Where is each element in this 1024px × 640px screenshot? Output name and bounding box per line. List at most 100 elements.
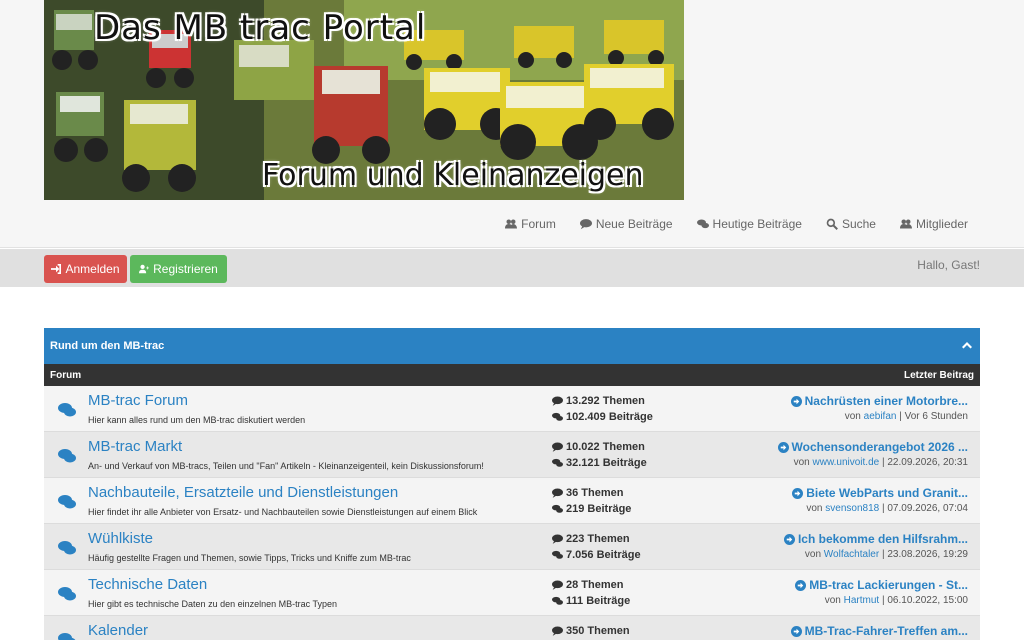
comment-icon [579, 219, 592, 230]
post-count: 102.409 Beiträge [566, 411, 653, 423]
comments-icon [552, 412, 563, 421]
forum-category: Rund um den MB-trac Forum Letzter Beitra… [44, 328, 980, 640]
login-button[interactable]: Anmelden [44, 255, 127, 283]
nav-todays-posts[interactable]: Heutige Beiträge [696, 217, 802, 231]
post-count: 32.121 Beiträge [566, 457, 647, 469]
comments-icon [58, 632, 76, 640]
greeting-text: Hallo, Gast! [917, 258, 980, 272]
last-post: MB-Trac-Fahrer-Treffen am... [790, 623, 968, 639]
last-post: Wochensonderangebot 2026 ... von www.uni… [777, 439, 968, 471]
comment-icon [552, 488, 563, 498]
arrow-circle-right-icon [777, 441, 789, 453]
column-headers: Forum Letzter Beitrag [44, 364, 980, 386]
last-post-link[interactable]: Ich bekomme den Hilfsrahm... [783, 531, 968, 547]
last-post-user-link[interactable]: www.univoit.de [813, 457, 880, 468]
forum-stats: 10.022 Themen 32.121 Beiträge [552, 439, 647, 471]
forum-description: Hier gibt es technische Daten zu den ein… [88, 599, 337, 609]
category-header: Rund um den MB-trac [44, 328, 980, 364]
main-nav: Forum Neue Beiträge Heutige Beiträge Suc… [505, 217, 968, 231]
last-post: MB-trac Lackierungen - St... von Hartmut… [795, 577, 968, 609]
nav-label: Forum [521, 217, 556, 231]
nav-search[interactable]: Suche [826, 217, 876, 231]
nav-members[interactable]: Mitglieder [899, 217, 968, 231]
comments-icon [696, 219, 709, 229]
arrow-circle-right-icon [795, 579, 807, 591]
topic-count: 10.022 Themen [566, 441, 645, 453]
last-post-user-link[interactable]: svenson818 [825, 503, 879, 514]
last-post-user-link[interactable]: Wolfachtaler [824, 549, 879, 560]
arrow-circle-right-icon [790, 625, 802, 637]
comments-icon [58, 448, 76, 464]
nav-new-posts[interactable]: Neue Beiträge [579, 217, 673, 231]
last-post-meta: von Hartmut | 06.10.2022, 15:00 [824, 595, 968, 606]
nav-forum[interactable]: Forum [505, 217, 556, 231]
forum-stats: 28 Themen 111 Beiträge [552, 577, 630, 609]
nav-label: Heutige Beiträge [712, 217, 802, 231]
comments-icon [58, 402, 76, 418]
forum-title-link[interactable]: Nachbauteile, Ersatzteile und Dienstleis… [88, 484, 398, 501]
users-icon [899, 219, 912, 229]
user-bar: Anmelden Registrieren Hallo, Gast! [0, 249, 1024, 287]
collapse-toggle[interactable] [960, 338, 974, 352]
last-post-link[interactable]: MB-Trac-Fahrer-Treffen am... [790, 623, 968, 639]
last-post: Nachrüsten einer Motorbre... von aebifan… [790, 393, 968, 425]
forum-row: Wühlkiste Häufig gestellte Fragen und Th… [44, 524, 980, 570]
topic-count: 36 Themen [566, 487, 624, 499]
banner-subtitle: Forum und Kleinanzeigen [262, 158, 644, 193]
last-post-link[interactable]: Wochensonderangebot 2026 ... [777, 439, 968, 455]
forum-description: Hier kann alles rund um den MB-trac disk… [88, 415, 306, 425]
column-last-post: Letzter Beitrag [903, 369, 974, 381]
topic-count: 350 Themen [566, 625, 630, 637]
last-post: Biete WebParts und Granit... von svenson… [792, 485, 968, 517]
user-plus-icon [139, 264, 150, 274]
comment-icon [552, 626, 563, 636]
forum-stats: 223 Themen 7.056 Beiträge [552, 531, 641, 563]
last-post-meta: von www.univoit.de | 22.09.2026, 20:31 [793, 457, 968, 468]
comment-icon [552, 442, 563, 452]
post-count: 111 Beiträge [566, 595, 631, 607]
last-post-link[interactable]: MB-trac Lackierungen - St... [795, 577, 968, 593]
forum-title-link[interactable]: Technische Daten [88, 576, 207, 593]
nav-label: Mitglieder [915, 217, 968, 231]
nav-label: Suche [841, 217, 876, 231]
forum-row: MB-trac Forum Hier kann alles rund um de… [44, 386, 980, 432]
topic-count: 13.292 Themen [566, 395, 645, 407]
category-title[interactable]: Rund um den MB-trac [50, 340, 164, 352]
forum-description: An- und Verkauf von MB-tracs, Teilen und… [88, 461, 484, 471]
last-post-link[interactable]: Biete WebParts und Granit... [792, 485, 968, 501]
search-icon [826, 218, 838, 230]
forum-row: Nachbauteile, Ersatzteile und Dienstleis… [44, 478, 980, 524]
nav-label: Neue Beiträge [595, 217, 673, 231]
last-post-user-link[interactable]: aebifan [864, 411, 897, 422]
site-banner[interactable]: Das MB trac Portal Forum und Kleinanzeig… [44, 0, 684, 200]
register-button[interactable]: Registrieren [130, 255, 227, 283]
forum-description: Hier findet ihr alle Anbieter von Ersatz… [88, 507, 478, 517]
sign-in-icon [51, 264, 62, 274]
comment-icon [552, 534, 563, 544]
last-post-meta: von svenson818 | 07.09.2026, 07:04 [806, 503, 968, 514]
post-count: 7.056 Beiträge [566, 549, 641, 561]
banner-title: Das MB trac Portal [94, 8, 427, 48]
comments-icon [552, 596, 563, 605]
forum-title-link[interactable]: MB-trac Markt [88, 438, 182, 455]
users-icon [505, 219, 518, 229]
topic-count: 223 Themen [566, 533, 630, 545]
forum-title-link[interactable]: Kalender [88, 622, 148, 639]
forum-title-link[interactable]: MB-trac Forum [88, 392, 188, 409]
post-count: 219 Beiträge [566, 503, 632, 515]
comments-icon [552, 458, 563, 467]
forum-row: Kalender 350 Themen MB-Trac-Fahrer-Treff… [44, 616, 980, 640]
last-post-user-link[interactable]: Hartmut [844, 595, 880, 606]
comments-icon [552, 504, 563, 513]
topic-count: 28 Themen [566, 579, 624, 591]
chevron-up-icon [962, 342, 972, 349]
forum-stats: 36 Themen 219 Beiträge [552, 485, 631, 517]
comment-icon [552, 580, 563, 590]
comments-icon [58, 540, 76, 556]
comments-icon [552, 550, 563, 559]
last-post-link[interactable]: Nachrüsten einer Motorbre... [790, 393, 968, 409]
login-label: Anmelden [65, 262, 120, 276]
forum-title-link[interactable]: Wühlkiste [88, 530, 153, 547]
header: Das MB trac Portal Forum und Kleinanzeig… [0, 0, 1024, 248]
comments-icon [58, 586, 76, 602]
